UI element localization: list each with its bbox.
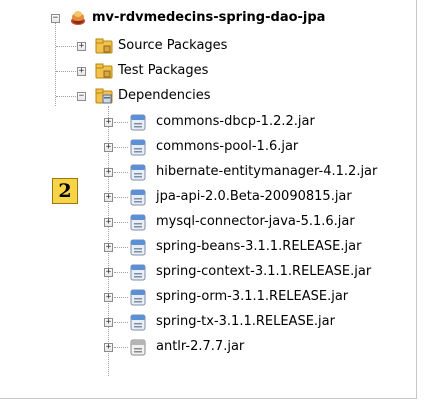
jar-label: mysql-connector-java-5.1.6.jar — [156, 214, 355, 229]
expand-jar-toggle[interactable]: + — [104, 293, 113, 302]
dependency-jar-item[interactable]: + spring-beans-3.1.1.RELEASE.jar — [0, 237, 416, 257]
expand-jar-toggle[interactable]: + — [104, 143, 113, 152]
project-name-label: mv-rdvmedecins-spring-dao-jpa — [92, 10, 326, 25]
tree-guide — [114, 122, 128, 123]
jar-icon — [130, 213, 146, 235]
dependency-jar-item[interactable]: + antlr-2.7.7.jar — [0, 337, 416, 357]
collapse-dependencies-toggle[interactable]: − — [77, 92, 86, 101]
dependency-jar-item[interactable]: + commons-dbcp-1.2.2.jar — [0, 112, 416, 132]
package-folder-icon — [94, 62, 114, 84]
jar-icon — [130, 313, 146, 335]
tree-node-label: Source Packages — [118, 38, 228, 53]
dependency-jar-item[interactable]: + mysql-connector-java-5.1.6.jar — [0, 212, 416, 232]
jar-label: commons-pool-1.6.jar — [156, 139, 299, 154]
expand-jar-toggle[interactable]: + — [104, 193, 113, 202]
jar-label: spring-beans-3.1.1.RELEASE.jar — [156, 239, 362, 254]
maven-project-icon — [68, 8, 88, 32]
expand-jar-toggle[interactable]: + — [104, 168, 113, 177]
tree-guide — [114, 322, 128, 323]
tree-node-dependencies[interactable]: − Dependencies — [0, 86, 416, 106]
tree-node-label: Test Packages — [118, 63, 209, 78]
tree-guide — [114, 172, 128, 173]
jar-label: spring-tx-3.1.1.RELEASE.jar — [156, 314, 335, 329]
project-tree-panel: − mv-rdvmedecins-spring-dao-jpa + Source… — [0, 0, 417, 399]
tree-guide — [114, 147, 128, 148]
callout-badge: 2 — [52, 178, 78, 204]
jar-icon — [130, 238, 146, 260]
tree-guide — [114, 297, 128, 298]
jar-icon — [130, 263, 146, 285]
package-folder-icon — [94, 37, 114, 59]
collapse-project-toggle[interactable]: − — [51, 14, 60, 23]
jar-label: antlr-2.7.7.jar — [156, 339, 245, 354]
jar-gray-icon — [130, 338, 146, 360]
dependency-jar-item[interactable]: + spring-context-3.1.1.RELEASE.jar — [0, 262, 416, 282]
dependency-jar-item[interactable]: + spring-tx-3.1.1.RELEASE.jar — [0, 312, 416, 332]
dependency-jar-item[interactable]: + commons-pool-1.6.jar — [0, 137, 416, 157]
library-folder-icon — [94, 87, 114, 109]
jar-icon — [130, 188, 146, 210]
jar-icon — [130, 288, 146, 310]
expand-source-packages-toggle[interactable]: + — [77, 42, 86, 51]
tree-node-source-packages[interactable]: + Source Packages — [0, 36, 416, 56]
expand-jar-toggle[interactable]: + — [104, 218, 113, 227]
tree-guide — [114, 247, 128, 248]
jar-icon — [130, 138, 146, 160]
jar-icon — [130, 163, 146, 185]
tree-node-label: Dependencies — [118, 88, 211, 103]
jar-label: spring-context-3.1.1.RELEASE.jar — [156, 264, 372, 279]
dependency-jar-item[interactable]: + spring-orm-3.1.1.RELEASE.jar — [0, 287, 416, 307]
expand-jar-toggle[interactable]: + — [104, 243, 113, 252]
tree-guide — [114, 222, 128, 223]
jar-icon — [130, 113, 146, 135]
jar-label: spring-orm-3.1.1.RELEASE.jar — [156, 289, 349, 304]
expand-test-packages-toggle[interactable]: + — [77, 67, 86, 76]
tree-guide — [114, 347, 128, 348]
expand-jar-toggle[interactable]: + — [104, 268, 113, 277]
expand-jar-toggle[interactable]: + — [104, 343, 113, 352]
tree-guide — [114, 272, 128, 273]
tree-node-test-packages[interactable]: + Test Packages — [0, 61, 416, 81]
tree-guide — [114, 197, 128, 198]
expand-jar-toggle[interactable]: + — [104, 318, 113, 327]
jar-label: hibernate-entitymanager-4.1.2.jar — [156, 164, 378, 179]
jar-label: jpa-api-2.0.Beta-20090815.jar — [156, 189, 352, 204]
expand-jar-toggle[interactable]: + — [104, 118, 113, 127]
jar-label: commons-dbcp-1.2.2.jar — [156, 114, 315, 129]
project-root-row[interactable]: − mv-rdvmedecins-spring-dao-jpa — [0, 8, 416, 28]
